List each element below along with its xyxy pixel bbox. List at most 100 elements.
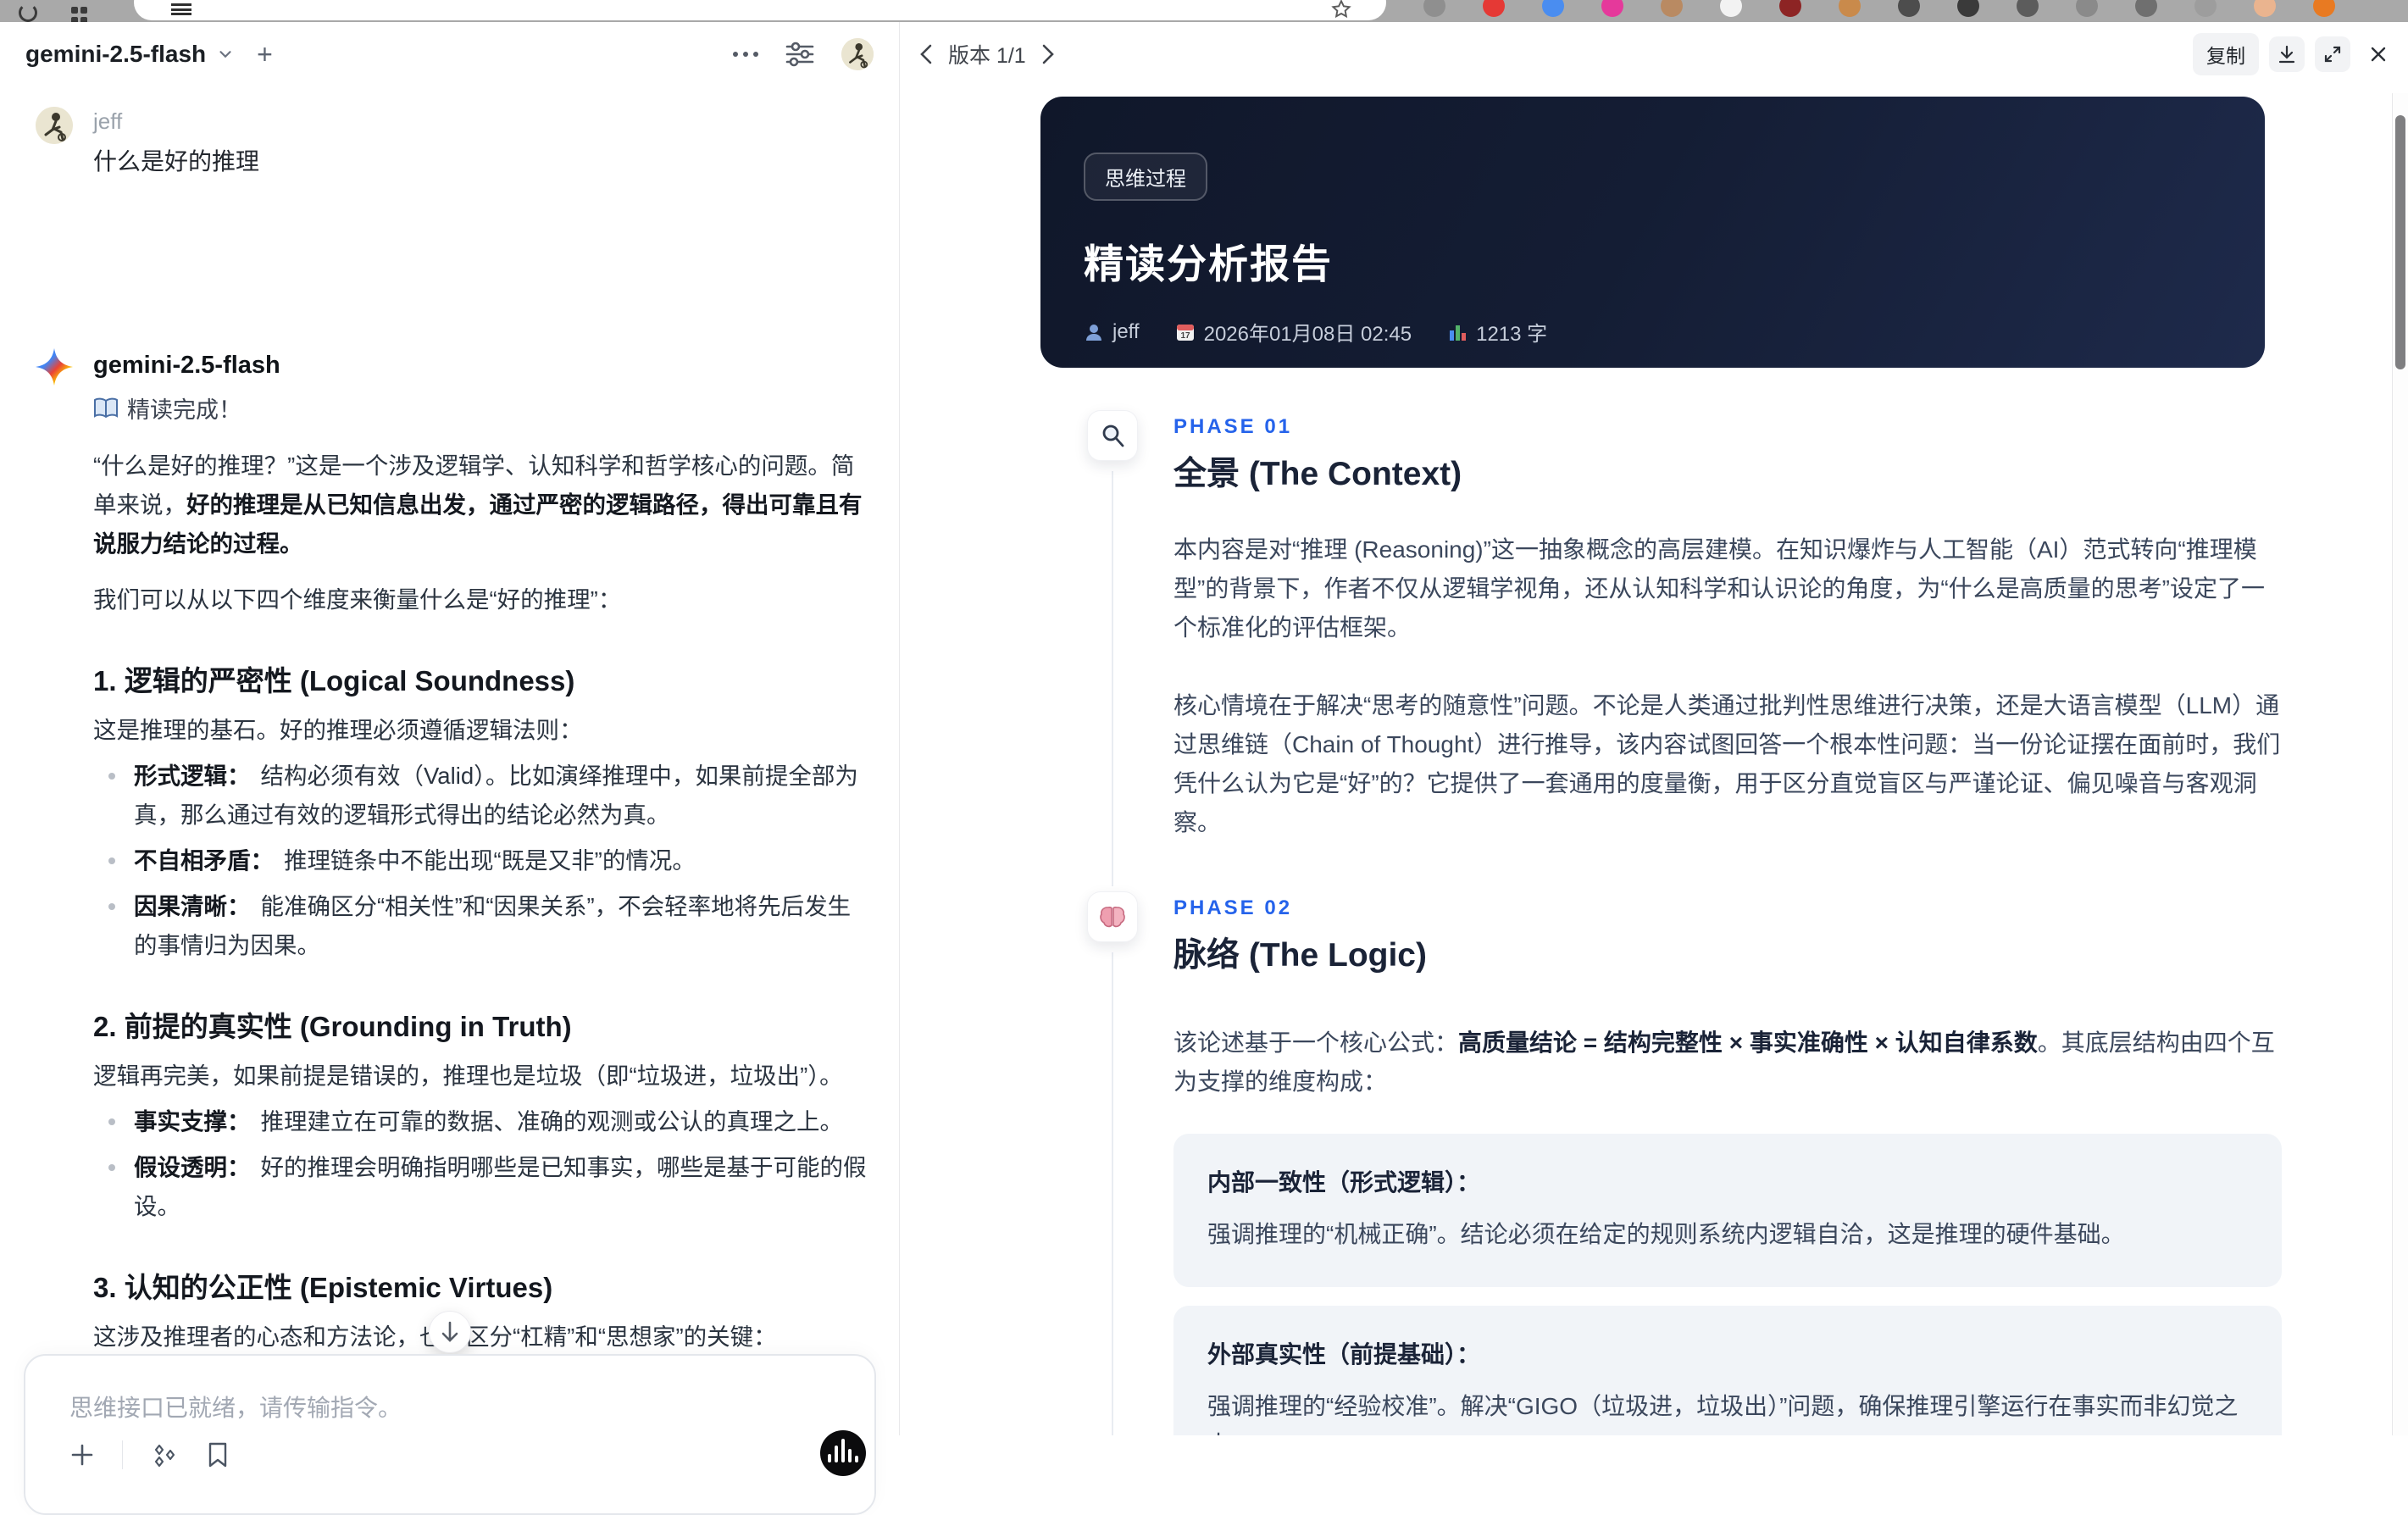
chevron-down-icon[interactable]	[216, 45, 235, 64]
scrollbar-thumb[interactable]	[2395, 115, 2405, 369]
section-lead-1: 这是推理的基石。好的推理必须遵循逻辑法则：	[93, 717, 583, 743]
scroll-to-bottom-button[interactable]	[429, 1311, 471, 1353]
artifact-content: 思维过程 精读分析报告 jeff 17 2026年01月08日 02:45 12…	[901, 86, 2391, 1435]
reload-icon[interactable]	[19, 3, 37, 22]
assistant-message: gemini-2.5-flash 精读完成！ “什么是好的推理？”这是一个涉及逻…	[36, 348, 870, 1435]
chevron-left-icon[interactable]	[918, 43, 935, 65]
message-text: 什么是好的推理	[93, 148, 260, 175]
artifact-toolbar: 版本 1/1 复制	[901, 22, 2408, 86]
bullet-item: 假设透明： 好的推理会明确指明哪些是已知事实，哪些是基于可能的假设。	[93, 1148, 870, 1226]
magnifier-icon	[1102, 425, 1124, 447]
bar-chart-icon	[1450, 325, 1467, 341]
extension-icon[interactable]	[2194, 0, 2217, 17]
bookmark-star-icon[interactable]	[1330, 0, 1352, 20]
phase-1-icon-card	[1087, 410, 1138, 461]
report-meta: jeff 17 2026年01月08日 02:45 1213 字	[1084, 317, 2214, 347]
copy-button[interactable]: 复制	[2193, 33, 2259, 75]
close-button[interactable]	[2361, 36, 2396, 72]
address-bar[interactable]	[134, 0, 1386, 20]
meta-author: jeff	[1084, 320, 1140, 344]
section-lead-3: 这涉及推理者的心态和方法论，也是区分“杠精”和“思想家”的关键：	[93, 1318, 870, 1357]
extension-icon[interactable]	[2313, 0, 2335, 17]
extension-icon[interactable]	[1898, 0, 1920, 17]
intro-paragraph: “什么是好的推理？”这是一个涉及逻辑学、认知科学和哲学核心的问题。简单来说，好的…	[93, 452, 863, 557]
apps-grid-icon[interactable]	[71, 7, 88, 22]
bullet-item: 因果清晰： 能准确区分“相关性”和“因果关系”，不会轻率地将先后发生的事情归为因果…	[93, 887, 870, 965]
extension-icon[interactable]	[1483, 0, 1505, 17]
section-lead-2: 逻辑再完美，如果前提是错误的，推理也是垃圾（即“垃圾进，垃圾出”）。	[93, 1063, 843, 1089]
phase-2-section: PHASE 02 脉络 (The Logic) 该论述基于一个核心公式：高质量结…	[1087, 891, 2282, 1435]
artifact-actions: 复制	[2193, 33, 2396, 75]
browser-toolbar	[0, 0, 2408, 22]
brain-icon	[1100, 906, 1125, 928]
more-actions-icon[interactable]	[733, 52, 758, 57]
download-icon	[2278, 45, 2295, 64]
bullet-item: 不自相矛盾： 推理链条中不能出现“既是又非”的情况。	[93, 841, 870, 880]
report-hero-card: 思维过程 精读分析报告 jeff 17 2026年01月08日 02:45 12…	[1040, 97, 2265, 368]
bullet-item: 事实支撑： 推理建立在可靠的数据、准确的观测或公认的真理之上。	[93, 1102, 870, 1141]
meta-word-count: 1213 字	[1447, 317, 1547, 347]
extension-icon[interactable]	[2135, 0, 2157, 17]
extension-icon[interactable]	[2254, 0, 2276, 17]
meta-date: 17 2026年01月08日 02:45	[1175, 317, 1412, 347]
phase-1-paragraph-1: 本内容是对“推理 (Reasoning)”这一抽象概念的高层建模。在知识爆炸与人…	[1173, 536, 2265, 641]
section-title-3: 3. 认知的公正性 (Epistemic Virtues)	[93, 1272, 553, 1303]
voice-input-button[interactable]	[820, 1430, 866, 1476]
dimension-box-2: 外部真实性（前提基础）： 强调推理的“经验校准”。解决“GIGO（垃圾进，垃圾出…	[1173, 1306, 2282, 1435]
gemini-logo-icon	[36, 348, 73, 386]
version-label: 版本 1/1	[948, 44, 1026, 68]
chevron-right-icon[interactable]	[1040, 43, 1057, 65]
bookmark-icon[interactable]	[206, 1441, 230, 1468]
report-title: 精读分析报告	[1084, 241, 1333, 286]
section-title-2: 2. 前提的真实性 (Grounding in Truth)	[93, 1011, 572, 1042]
composer[interactable]: 思维接口已就绪，请传输指令。	[24, 1354, 876, 1515]
app-window: gemini-2.5-flash + jeff 什么是好的推理 gemini-2…	[0, 22, 2408, 1515]
user-avatar[interactable]	[841, 38, 874, 70]
composer-placeholder: 思维接口已就绪，请传输指令。	[69, 1395, 402, 1421]
expand-icon	[2324, 46, 2341, 63]
artifact-panel: 版本 1/1 复制 思维过程 精读分析报告 jeff 17 2026年01月08…	[901, 22, 2408, 1435]
extension-icon[interactable]	[1779, 0, 1801, 17]
download-button[interactable]	[2269, 36, 2305, 72]
dimension-boxes: 内部一致性（形式逻辑）： 强调推理的“机械正确”。结论必须在给定的规则系统内逻辑…	[1173, 1134, 2282, 1435]
new-topic-button[interactable]: +	[257, 41, 273, 68]
scrollbar-track[interactable]	[2392, 93, 2408, 1435]
chat-panel: gemini-2.5-flash + jeff 什么是好的推理 gemini-2…	[0, 22, 900, 1515]
arrow-down-icon	[441, 1321, 458, 1342]
attach-plus-icon[interactable]	[69, 1442, 95, 1468]
phase-2-icon-card	[1087, 891, 1138, 942]
expand-button[interactable]	[2315, 36, 2350, 72]
phase-1-paragraph-2: 核心情境在于解决“思考的随意性”问题。不论是人类通过批判性思维进行决策，还是大语…	[1173, 692, 2281, 835]
user-message: jeff 什么是好的推理	[36, 107, 870, 180]
extension-icon[interactable]	[2017, 0, 2039, 17]
toolbar-divider	[122, 1440, 123, 1469]
extension-icon[interactable]	[1720, 0, 1742, 17]
close-icon	[2371, 47, 2386, 62]
composer-toolbar	[69, 1440, 230, 1469]
bullet-item: 形式逻辑： 结构必须有效（Valid）。比如演绎推理中，如果前提全部为真，那么通过…	[93, 757, 870, 835]
phase-1-title: 全景 (The Context)	[1173, 456, 1462, 492]
timeline-connector	[1112, 952, 1113, 1435]
dimensions-lead: 我们可以从以下四个维度来衡量什么是“好的推理”：	[93, 586, 622, 613]
report-badge: 思维过程	[1084, 153, 1207, 201]
session-title[interactable]: gemini-2.5-flash	[25, 41, 206, 68]
message-list: jeff 什么是好的推理 gemini-2.5-flash 精读完成！ “什么是…	[0, 86, 899, 1435]
svg-text:17: 17	[1180, 331, 1190, 341]
extension-icon[interactable]	[1957, 0, 1979, 17]
extension-icon[interactable]	[1423, 0, 1445, 17]
person-icon	[1086, 324, 1101, 341]
section-bullets-2: 事实支撑： 推理建立在可靠的数据、准确的观测或公认的真理之上。 假设透明： 好的推理…	[93, 1102, 870, 1226]
phase-2-formula: 该论述基于一个核心公式：高质量结论 = 结构完整性 × 事实准确性 × 认知自律…	[1173, 1029, 2275, 1095]
extension-icon[interactable]	[1601, 0, 1623, 17]
dimension-box-1: 内部一致性（形式逻辑）： 强调推理的“机械正确”。结论必须在给定的规则系统内逻辑…	[1173, 1134, 2282, 1287]
extension-icon[interactable]	[1839, 0, 1861, 17]
extension-icons	[1423, 0, 2335, 17]
extension-icon[interactable]	[2076, 0, 2098, 17]
section-bullets-1: 形式逻辑： 结构必须有效（Valid）。比如演绎推理中，如果前提全部为真，那么通过…	[93, 757, 870, 965]
menu-icon[interactable]	[171, 3, 191, 15]
extension-icon[interactable]	[1542, 0, 1564, 17]
sparkle-diamonds-icon[interactable]	[150, 1440, 179, 1469]
settings-sliders-icon[interactable]	[784, 40, 816, 69]
phase-2-label: PHASE 02	[1173, 896, 1293, 919]
extension-icon[interactable]	[1661, 0, 1683, 17]
